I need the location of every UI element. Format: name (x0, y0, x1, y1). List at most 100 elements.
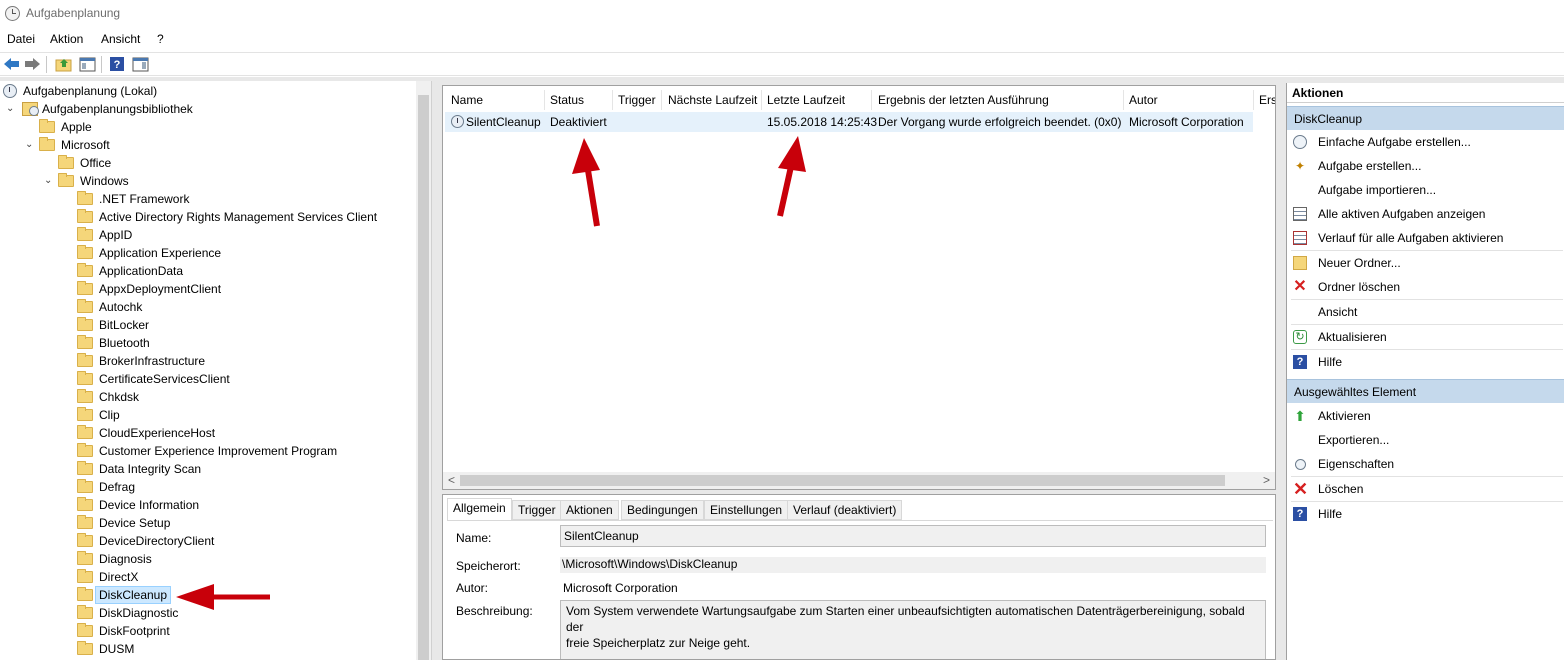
wizard-icon (1293, 135, 1307, 149)
tree-item-label: AppID (99, 228, 133, 242)
column-header-author[interactable]: Autor (1129, 90, 1158, 110)
action-import-task[interactable]: Aufgabe importieren... (1287, 178, 1564, 202)
action-new-folder[interactable]: Neuer Ordner... (1287, 251, 1564, 275)
action-create-basic-task[interactable]: Einfache Aufgabe erstellen... (1287, 130, 1564, 154)
action-label: Einfache Aufgabe erstellen... (1318, 135, 1471, 149)
scroll-right-icon[interactable]: > (1263, 473, 1270, 487)
svg-text:?: ? (114, 59, 121, 71)
description-field[interactable]: Vom System verwendete Wartungsaufgabe zu… (560, 600, 1266, 659)
column-separator (661, 90, 662, 110)
tab-verlauf[interactable]: Verlauf (deaktiviert) (787, 500, 903, 520)
tree-item-label: DeviceDirectoryClient (99, 534, 215, 548)
enable-icon: ⬆ (1294, 408, 1306, 424)
column-header-last-run[interactable]: Letzte Laufzeit (767, 90, 845, 110)
tree-item-label: .NET Framework (99, 192, 190, 206)
action-delete-folder[interactable]: ✕ Ordner löschen (1287, 275, 1564, 299)
column-header-name[interactable]: Name (451, 90, 483, 110)
tab-trigger[interactable]: Trigger (512, 500, 562, 520)
author-label: Autor: (456, 581, 489, 595)
up-folder-icon[interactable] (55, 56, 72, 72)
column-header-next-run[interactable]: Nächste Laufzeit (668, 90, 757, 110)
folder-icon (77, 407, 93, 421)
tree-item-label: BitLocker (99, 318, 150, 332)
annotation-arrow-last-run (777, 136, 806, 217)
folder-icon (77, 281, 93, 295)
menu-aktion[interactable]: Aktion (50, 32, 83, 46)
action-show-running-tasks[interactable]: Alle aktiven Aufgaben anzeigen (1287, 202, 1564, 226)
help-icon: ? (1293, 355, 1307, 369)
horizontal-scrollbar[interactable]: < > (443, 472, 1275, 489)
back-icon[interactable] (3, 56, 20, 72)
tab-aktionen[interactable]: Aktionen (560, 500, 619, 520)
scrollbar-thumb[interactable] (418, 95, 429, 660)
column-header-result[interactable]: Ergebnis der letzten Ausführung (878, 90, 1049, 110)
tab-allgemein[interactable]: Allgemein (447, 498, 512, 521)
column-header-trigger[interactable]: Trigger (618, 90, 656, 110)
tree-item-label: Diagnosis (99, 552, 152, 566)
help-icon: ? (1293, 507, 1307, 521)
folder-icon (77, 515, 93, 529)
tree-scrollbar[interactable] (416, 81, 431, 660)
running-tasks-icon (1293, 207, 1307, 221)
action-label: Exportieren... (1318, 433, 1390, 447)
action-label: Aufgabe erstellen... (1318, 159, 1422, 173)
chevron-down-icon[interactable]: ⌄ (44, 172, 54, 190)
console-tree-icon[interactable] (79, 56, 96, 72)
tree-item-label: ApplicationData (99, 264, 184, 278)
scrollbar-thumb[interactable] (460, 475, 1225, 486)
tree-item-label: DiskDiagnostic (99, 606, 179, 620)
menu-ansicht[interactable]: Ansicht (101, 32, 140, 46)
action-properties[interactable]: Eigenschaften (1287, 452, 1564, 476)
menu-datei[interactable]: Datei (7, 32, 35, 46)
forward-icon[interactable] (24, 56, 41, 72)
column-header-more[interactable]: Ers (1259, 90, 1275, 110)
folder-icon (77, 245, 93, 259)
action-refresh[interactable]: ↻ Aktualisieren (1287, 325, 1564, 349)
new-folder-icon (1293, 256, 1307, 270)
tree-item-label: Microsoft (61, 138, 110, 152)
help-icon[interactable]: ? (109, 56, 126, 72)
section-header-diskcleanup[interactable]: DiskCleanup (1287, 106, 1564, 130)
tab-einstellungen[interactable]: Einstellungen (704, 500, 789, 520)
name-field[interactable]: SilentCleanup (560, 525, 1266, 547)
tree-item-label: Bluetooth (99, 336, 150, 350)
action-view[interactable]: Ansicht (1287, 300, 1564, 324)
menu-help[interactable]: ? (157, 32, 164, 46)
action-enable[interactable]: ⬆ Aktivieren (1287, 404, 1564, 428)
action-help[interactable]: ? Hilfe (1287, 350, 1564, 374)
scroll-left-icon[interactable]: < (448, 473, 455, 487)
annotation-arrow-status (572, 138, 600, 227)
tab-bedingungen[interactable]: Bedingungen (621, 500, 704, 520)
action-export[interactable]: Exportieren... (1287, 428, 1564, 452)
cell-result: Der Vorgang wurde erfolgreich beendet. (… (878, 115, 1122, 129)
tree-item-label: DUSM (99, 642, 135, 656)
folder-icon (77, 425, 93, 439)
action-label: Verlauf für alle Aufgaben aktivieren (1318, 231, 1504, 245)
action-delete[interactable]: ✕ Löschen (1287, 477, 1564, 501)
folder-icon (77, 587, 93, 601)
column-separator (1253, 90, 1254, 110)
column-header-status[interactable]: Status (550, 90, 584, 110)
library-icon (22, 102, 39, 116)
chevron-down-icon[interactable]: ⌄ (6, 100, 16, 118)
folder-icon (39, 119, 55, 133)
section-header-selected-item[interactable]: Ausgewähltes Element (1287, 379, 1564, 403)
tree-item-label: CloudExperienceHost (99, 426, 216, 440)
folder-icon (77, 335, 93, 349)
folder-icon (77, 209, 93, 223)
cell-author: Microsoft Corporation (1129, 115, 1244, 129)
task-list: Name Status Trigger Nächste Laufzeit Let… (442, 85, 1276, 490)
action-enable-history[interactable]: Verlauf für alle Aufgaben aktivieren (1287, 226, 1564, 250)
action-label: Hilfe (1318, 507, 1343, 521)
action-pane-icon[interactable] (132, 56, 149, 72)
tree-item-label: Apple (61, 120, 92, 134)
folder-icon (77, 533, 93, 547)
folder-icon (77, 569, 93, 583)
action-create-task[interactable]: ✦ Aufgabe erstellen... (1287, 154, 1564, 178)
action-help-selected[interactable]: ? Hilfe (1287, 502, 1564, 526)
delete-icon: ✕ (1293, 479, 1309, 499)
cell-name[interactable]: SilentCleanup (466, 115, 541, 129)
location-label: Speicherort: (456, 559, 521, 573)
chevron-down-icon[interactable]: ⌄ (25, 136, 35, 154)
tab-divider (447, 520, 1273, 521)
